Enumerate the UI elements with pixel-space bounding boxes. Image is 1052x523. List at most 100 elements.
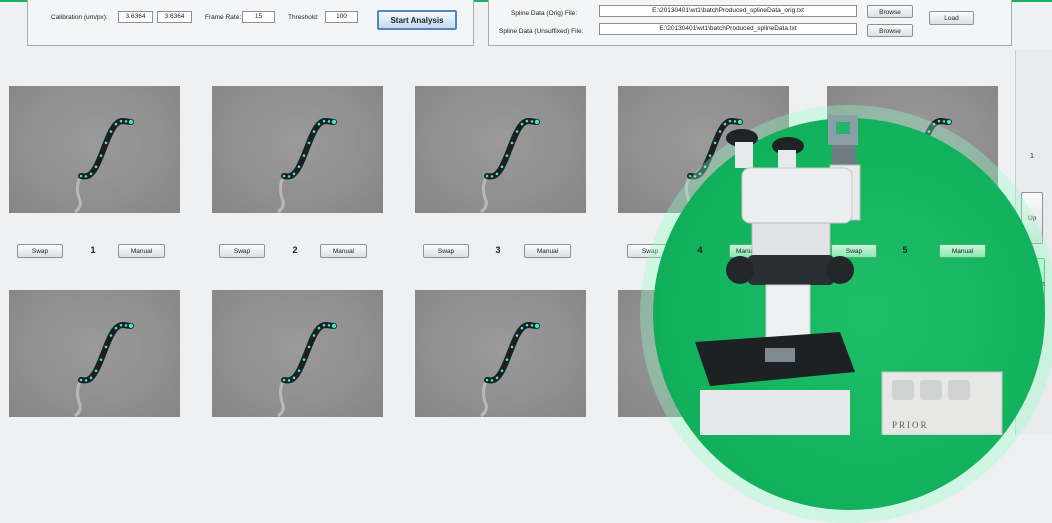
controller-key — [892, 380, 914, 400]
spline-point — [510, 141, 514, 145]
spline-point — [124, 324, 128, 327]
spline-point — [525, 119, 529, 123]
worm-tail — [74, 175, 83, 213]
spline-orig-label: Spline Data (Orig) File: — [511, 10, 578, 17]
browse-orig-button[interactable]: Browse — [867, 5, 913, 18]
worm-frame-thumbnail[interactable] — [415, 86, 586, 213]
spline-point — [485, 378, 489, 382]
spline-point — [505, 358, 509, 361]
worm-frame-thumbnail[interactable] — [415, 290, 586, 417]
spline-point — [99, 358, 103, 361]
microscope-image: PRIOR — [695, 115, 1003, 435]
spline-point — [109, 130, 113, 133]
spline-point — [520, 122, 524, 126]
spline-point — [94, 369, 98, 373]
spline-point — [292, 172, 296, 176]
spline-point — [84, 379, 88, 382]
frame-rate-field[interactable] — [242, 11, 275, 23]
spline-point — [282, 174, 286, 178]
spline-unsuffixed-path-field[interactable] — [599, 23, 857, 35]
spline-point — [530, 120, 534, 123]
spline-point — [530, 324, 534, 327]
spline-point — [495, 376, 499, 380]
spline-point — [307, 141, 311, 145]
worm-body — [78, 118, 134, 180]
frame-rate-label: Frame Rate: — [205, 14, 242, 21]
worm-tail — [277, 379, 286, 417]
threshold-field[interactable] — [325, 11, 358, 23]
spline-point — [490, 379, 494, 382]
spline-point — [312, 334, 316, 337]
spline-point — [128, 323, 134, 329]
spline-point — [84, 175, 88, 178]
spline-point — [500, 369, 504, 373]
spline-point — [297, 165, 301, 169]
spline-point — [302, 154, 306, 157]
spline-point — [119, 119, 123, 123]
spline-point — [89, 172, 93, 176]
spline-point — [312, 130, 316, 133]
worm-spline-overlay — [277, 118, 337, 213]
worm-frame-thumbnail[interactable] — [9, 290, 180, 417]
spline-point — [104, 345, 108, 349]
specimen-slide — [765, 348, 795, 362]
worm-spline-overlay — [480, 322, 540, 417]
spline-point — [124, 120, 128, 123]
worm-tail — [74, 379, 83, 417]
spline-file-panel: Spline Data (Orig) File: Browse Spline D… — [488, 0, 1012, 46]
manual-button-3[interactable]: Manual — [524, 244, 571, 258]
spline-point — [327, 324, 331, 327]
browse-unsuffixed-button[interactable]: Browse — [867, 24, 913, 37]
manual-button-1[interactable]: Manual — [118, 244, 165, 258]
spline-point — [287, 175, 291, 178]
prior-brand-text: PRIOR — [892, 420, 929, 430]
spline-point — [515, 130, 519, 133]
spline-point — [331, 119, 337, 125]
spline-unsuffixed-label: Spline Data (Unsuffixed) File: — [499, 28, 584, 35]
spline-point — [128, 119, 134, 125]
spline-point — [114, 122, 118, 126]
spline-orig-path-field[interactable] — [599, 5, 857, 17]
spline-point — [302, 358, 306, 361]
stand-pillar — [765, 284, 811, 341]
worm-spline-overlay — [277, 322, 337, 417]
spline-point — [292, 376, 296, 380]
spline-point — [525, 323, 529, 327]
spline-point — [307, 345, 311, 349]
spline-point — [297, 369, 301, 373]
worm-frame-thumbnail[interactable] — [212, 290, 383, 417]
swap-button-2[interactable]: Swap — [219, 244, 265, 258]
microscope-head — [741, 167, 853, 224]
spline-point — [534, 323, 540, 329]
focus-knob-right — [826, 256, 854, 284]
spline-point — [317, 326, 321, 330]
spline-point — [109, 334, 113, 337]
spline-point — [331, 323, 337, 329]
focus-block — [748, 255, 834, 285]
frame-number-1: 1 — [90, 245, 96, 255]
threshold-label: Threshold: — [288, 14, 319, 21]
frame-number-3: 3 — [495, 245, 501, 255]
spline-point — [495, 172, 499, 176]
worm-tail — [277, 175, 286, 213]
camera-label — [836, 122, 850, 134]
left-eyetube — [735, 142, 753, 168]
calibration-x-field[interactable] — [118, 11, 153, 23]
spline-point — [79, 174, 83, 178]
spline-point — [534, 119, 540, 125]
spline-point — [317, 122, 321, 126]
worm-spline-overlay — [74, 322, 134, 417]
load-button[interactable]: Load — [929, 11, 974, 25]
worm-frame-thumbnail[interactable] — [9, 86, 180, 213]
spline-point — [505, 154, 509, 157]
swap-button-1[interactable]: Swap — [17, 244, 63, 258]
spline-point — [327, 120, 331, 123]
manual-button-2[interactable]: Manual — [320, 244, 367, 258]
start-analysis-button[interactable]: Start Analysis — [377, 10, 457, 30]
page-number: 1 — [1030, 153, 1034, 160]
calibration-y-field[interactable] — [157, 11, 192, 23]
swap-button-3[interactable]: Swap — [423, 244, 469, 258]
worm-spline-overlay — [74, 118, 134, 213]
worm-body — [281, 322, 337, 384]
worm-frame-thumbnail[interactable] — [212, 86, 383, 213]
